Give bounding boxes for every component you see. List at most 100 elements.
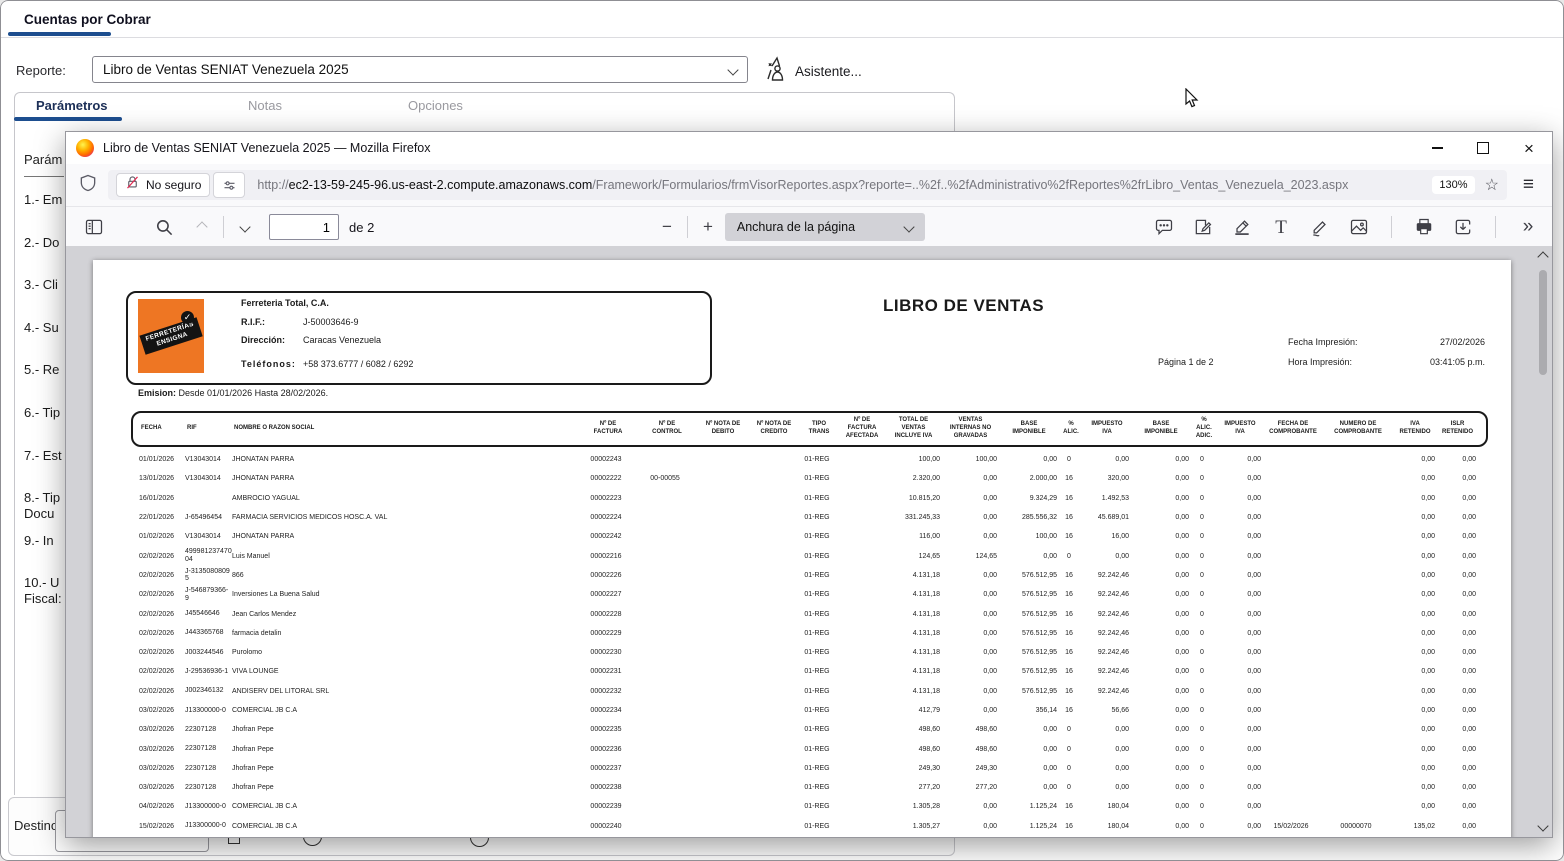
table-cell: 0 <box>1057 746 1081 753</box>
table-cell: J13300000-0 <box>185 707 232 715</box>
table-cell: 03/02/2026 <box>139 746 185 753</box>
search-icon[interactable] <box>150 213 178 241</box>
table-cell: J443365768 <box>185 629 232 637</box>
wizard-icon <box>763 55 789 88</box>
tab-notas[interactable]: Notas <box>248 98 282 113</box>
maximize-button[interactable] <box>1460 132 1506 164</box>
table-cell: 0,00 <box>1129 572 1189 579</box>
table-cell: 0,00 <box>1391 784 1435 791</box>
pdf-toolbar: de 2 − + Anchura de la página <box>66 207 1552 248</box>
column-header: % ALIC. <box>1059 421 1083 437</box>
signature-annotation-icon[interactable] <box>1189 213 1217 241</box>
table-cell: JHONATAN PARRA <box>232 475 577 482</box>
app-footer-refresh-icon[interactable] <box>303 836 329 852</box>
next-page-button[interactable] <box>231 213 259 241</box>
table-cell: J13300000-0 <box>185 803 232 811</box>
minimize-button[interactable] <box>1414 132 1460 164</box>
table-cell: Jhofran Pepe <box>232 784 577 791</box>
table-cell: 01-REG <box>797 649 837 656</box>
table-cell: 0,00 <box>940 668 997 675</box>
column-header: BASE IMPONIBLE <box>999 421 1059 437</box>
column-header: FECHA DE COMPROBANTE <box>1263 421 1323 437</box>
image-stamp-icon[interactable] <box>1345 213 1373 241</box>
table-cell: 124,65 <box>940 553 997 560</box>
param-item: 10.- U Fiscal: <box>24 575 62 607</box>
close-button[interactable]: × <box>1506 132 1552 164</box>
sidebar-toggle-icon[interactable] <box>80 213 108 241</box>
tab-parametros[interactable]: Parámetros <box>36 98 108 113</box>
scrollbar-thumb[interactable] <box>1539 270 1547 375</box>
table-cell: 0,00 <box>997 746 1057 753</box>
table-cell: 0,00 <box>997 784 1057 791</box>
table-cell: 00002240 <box>577 823 635 830</box>
table-cell: 1.125,24 <box>997 803 1057 810</box>
pdf-scrollbar[interactable] <box>1536 248 1550 835</box>
shield-icon[interactable] <box>78 173 98 198</box>
table-cell: 0,00 <box>1129 591 1189 598</box>
table-cell: 0,00 <box>1435 630 1476 637</box>
table-cell: 01-REG <box>797 765 837 772</box>
table-cell: 576.512,95 <box>997 591 1057 598</box>
table-cell: 0,00 <box>1215 533 1261 540</box>
permissions-button[interactable] <box>213 172 245 198</box>
assistant-button[interactable]: Asistente... <box>763 55 862 88</box>
table-cell: 277,20 <box>940 784 997 791</box>
bookmark-star-icon[interactable]: ☆ <box>1485 175 1499 195</box>
table-cell: 0,00 <box>940 649 997 656</box>
scroll-up-icon[interactable] <box>1537 251 1548 262</box>
table-cell: 0,00 <box>1129 707 1189 714</box>
table-cell: 498,60 <box>940 746 997 753</box>
print-icon[interactable] <box>1410 213 1438 241</box>
table-cell: 285.556,32 <box>997 514 1057 521</box>
draw-pen-icon[interactable] <box>1306 213 1334 241</box>
page-zoom-badge[interactable]: 130% <box>1432 176 1474 194</box>
table-cell: 0,00 <box>940 533 997 540</box>
table-cell: 0 <box>1189 533 1215 540</box>
highlighter-icon[interactable] <box>1228 213 1256 241</box>
table-cell: 0,00 <box>940 630 997 637</box>
app-footer-circle-icon[interactable] <box>470 837 496 853</box>
destino-label: Destino <box>14 818 58 833</box>
table-cell: 4.131,18 <box>883 630 940 637</box>
zoom-out-icon[interactable]: − <box>654 217 680 237</box>
table-cell: 0,00 <box>1215 553 1261 560</box>
page-number-input[interactable] <box>269 214 339 240</box>
table-cell: 0 <box>1189 495 1215 502</box>
table-cell: 0,00 <box>1215 630 1261 637</box>
table-cell: 100,00 <box>940 456 997 463</box>
url-text: http://ec2-13-59-245-96.us-east-2.comput… <box>257 178 1432 192</box>
chevron-down-icon <box>903 221 914 232</box>
divider <box>1495 216 1496 238</box>
table-cell: 100,00 <box>997 533 1057 540</box>
report-select[interactable]: Libro de Ventas SENIAT Venezuela 2025 <box>92 56 748 83</box>
table-cell: 0,00 <box>1129 784 1189 791</box>
app-tab-title[interactable]: Cuentas por Cobrar <box>24 12 151 27</box>
table-cell: 0,00 <box>1435 553 1476 560</box>
save-download-icon[interactable] <box>1449 213 1477 241</box>
column-header: ISLR RETENIDO <box>1437 421 1478 437</box>
firefox-titlebar[interactable]: Libro de Ventas SENIAT Venezuela 2025 — … <box>66 132 1552 164</box>
tab-opciones[interactable]: Opciones <box>408 98 463 113</box>
table-row: 01/02/2026V13043014JHONATAN PARRA0000224… <box>139 527 1480 546</box>
pagina-label: Página 1 de 2 <box>1158 357 1214 367</box>
zoom-mode-select[interactable]: Anchura de la página <box>725 213 925 241</box>
table-cell: 0,00 <box>1215 495 1261 502</box>
table-cell: 03/02/2026 <box>139 707 185 714</box>
text-tool-icon[interactable]: T <box>1267 213 1295 241</box>
zoom-in-icon[interactable]: + <box>695 217 721 237</box>
table-cell: 498,60 <box>883 746 940 753</box>
security-chip[interactable]: No seguro <box>116 173 210 197</box>
param-item: 8.- Tip Docu <box>24 490 60 522</box>
table-cell: 0,00 <box>1215 475 1261 482</box>
comment-annotation-icon[interactable] <box>1150 213 1178 241</box>
more-tools-icon[interactable]: » <box>1514 213 1542 241</box>
url-bar[interactable]: No seguro http://ec2-13-59-245-96.us-eas… <box>108 170 1507 200</box>
table-cell: 01-REG <box>797 784 837 791</box>
previous-page-button[interactable] <box>188 213 216 241</box>
hamburger-menu-icon[interactable]: ≡ <box>1517 174 1540 196</box>
scroll-down-icon[interactable] <box>1537 820 1548 831</box>
page-count-label: de 2 <box>349 220 374 235</box>
table-cell: 331.245,33 <box>883 514 940 521</box>
table-cell: JHONATAN PARRA <box>232 533 577 540</box>
table-cell: 00002242 <box>577 533 635 540</box>
